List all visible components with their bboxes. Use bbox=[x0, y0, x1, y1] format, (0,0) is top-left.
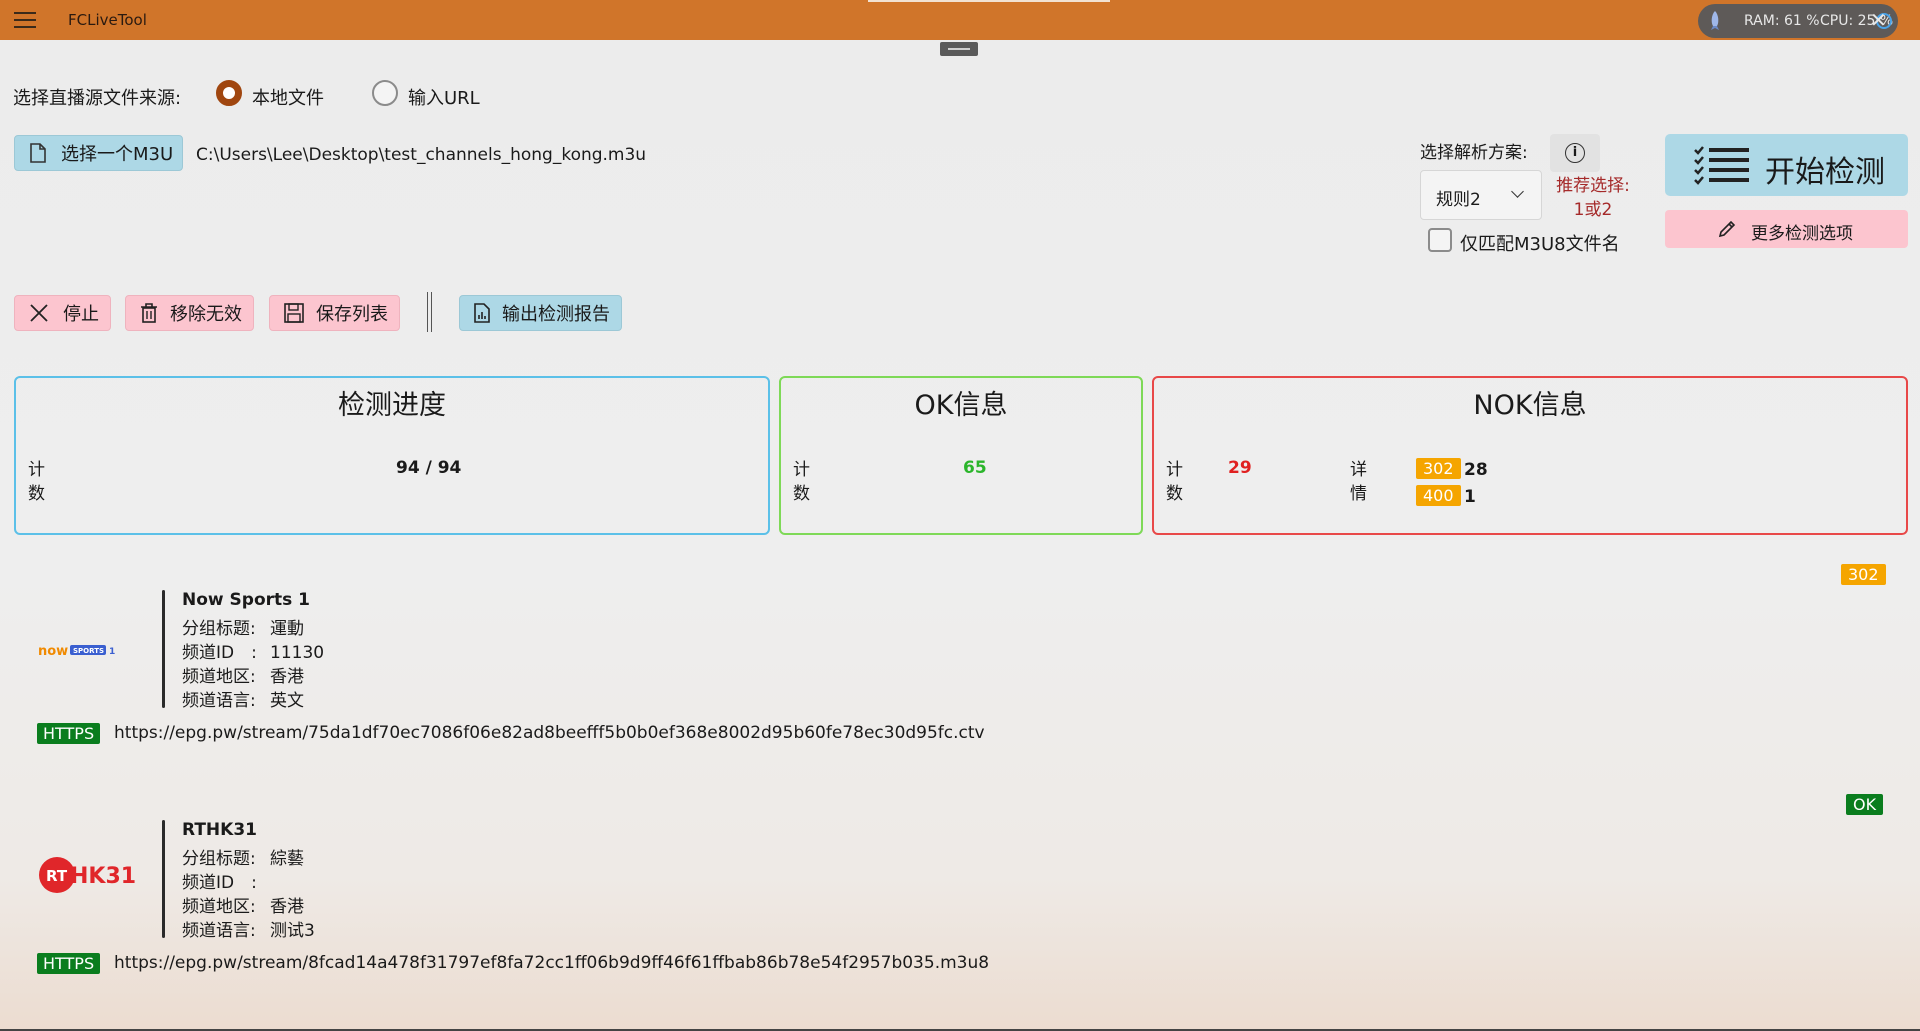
svg-text:RT: RT bbox=[46, 867, 68, 885]
rthk31-logo: RT HK31 bbox=[39, 857, 136, 893]
app-title: FCLiveTool bbox=[68, 11, 147, 29]
channel-language: 频道语言: 英文 bbox=[182, 691, 304, 711]
more-options-button[interactable]: 更多检测选项 bbox=[1665, 210, 1908, 248]
progress-count-label: 计数 bbox=[28, 460, 45, 504]
nok-code-count: 1 bbox=[1464, 487, 1476, 507]
recommend-line-1: 推荐选择: bbox=[1556, 176, 1630, 196]
status-badge: OK bbox=[1846, 794, 1884, 815]
nok-code-badge: 400 bbox=[1416, 485, 1461, 506]
close-icon bbox=[30, 304, 48, 322]
start-detection-button[interactable]: 开始检测 bbox=[1665, 134, 1908, 196]
start-detection-label: 开始检测 bbox=[1765, 155, 1885, 190]
progress-value: 94 / 94 bbox=[396, 458, 462, 478]
channel-region: 频道地区: 香港 bbox=[182, 667, 304, 687]
channel-item[interactable]: RT HK31 RTHK31 分组标题: 綜藝 频道ID : 频道地区: 香港 频道… bbox=[0, 790, 1920, 990]
recommend-line-2: 1或2 bbox=[1573, 200, 1613, 220]
scheme-select-value: 规则2 bbox=[1436, 190, 1481, 210]
choose-m3u-label: 选择一个M3U bbox=[61, 144, 174, 165]
match-m3u8-label[interactable]: 仅匹配M3U8文件名 bbox=[1460, 230, 1620, 256]
scheme-label: 选择解析方案: bbox=[1420, 143, 1528, 163]
save-icon bbox=[284, 303, 304, 323]
more-options-label: 更多检测选项 bbox=[1751, 224, 1853, 244]
progress-title: 检测进度 bbox=[338, 390, 446, 421]
channel-group: 分组标题: 運動 bbox=[182, 619, 304, 639]
radio-local-file[interactable] bbox=[216, 80, 242, 106]
rocket-icon bbox=[1711, 11, 1719, 30]
checklist-icon bbox=[1694, 146, 1749, 185]
svg-text:SPORTS: SPORTS bbox=[73, 647, 104, 655]
radio-local-file-label[interactable]: 本地文件 bbox=[252, 84, 324, 110]
export-report-button[interactable]: 输出检测报告 bbox=[459, 295, 622, 331]
stop-label: 停止 bbox=[63, 304, 99, 325]
nok-panel: NOK信息 计数 29 详情 302 28 400 1 bbox=[1152, 376, 1908, 535]
nok-count-label: 计数 bbox=[1166, 460, 1183, 504]
svg-text:1: 1 bbox=[109, 647, 115, 657]
choose-m3u-button[interactable]: 选择一个M3U bbox=[14, 135, 183, 171]
status-badge: 302 bbox=[1841, 564, 1886, 585]
save-list-button[interactable]: 保存列表 bbox=[269, 295, 400, 331]
ok-panel: OK信息 计数 65 bbox=[779, 376, 1143, 535]
title-bar: FCLiveTool RAM: 61 % CPU: 25 % ✕ bbox=[0, 0, 1920, 40]
ram-usage: RAM: 61 % bbox=[1744, 13, 1820, 29]
channel-language: 频道语言: 测试3 bbox=[182, 921, 315, 941]
save-list-label: 保存列表 bbox=[316, 304, 388, 325]
drag-handle[interactable] bbox=[940, 42, 978, 56]
radio-url[interactable] bbox=[372, 80, 398, 106]
channel-url: https://epg.pw/stream/8fcad14a478f31797e… bbox=[114, 953, 990, 973]
report-icon bbox=[474, 303, 490, 323]
remove-invalid-label: 移除无效 bbox=[170, 304, 242, 325]
channel-item[interactable]: now SPORTS 1 Now Sports 1 分组标题: 運動 频道ID :… bbox=[0, 560, 1920, 760]
scheme-select[interactable]: 规则2 bbox=[1420, 170, 1542, 220]
file-path: C:\Users\Lee\Desktop\test_channels_hong_… bbox=[196, 145, 647, 165]
progress-panel: 检测进度 计数 94 / 94 bbox=[14, 376, 770, 535]
svg-text:now: now bbox=[38, 644, 68, 659]
nok-detail-label: 详情 bbox=[1350, 460, 1367, 504]
channel-divider bbox=[162, 820, 165, 938]
chevron-down-icon bbox=[1511, 185, 1524, 198]
recommend-text: 推荐选择: 1或2 bbox=[1548, 174, 1638, 222]
source-label: 选择直播源文件来源: bbox=[13, 88, 182, 109]
channel-id: 频道ID :11130 bbox=[182, 643, 325, 663]
protocol-badge: HTTPS bbox=[37, 723, 101, 744]
pencil-icon bbox=[1718, 220, 1736, 238]
radio-url-label[interactable]: 输入URL bbox=[408, 84, 480, 110]
remove-invalid-button[interactable]: 移除无效 bbox=[125, 295, 254, 331]
nok-title: NOK信息 bbox=[1473, 390, 1587, 421]
now-sports-logo: now SPORTS 1 bbox=[38, 644, 115, 659]
close-icon[interactable]: ✕ bbox=[1870, 8, 1887, 32]
protocol-badge: HTTPS bbox=[37, 953, 101, 974]
svg-text:HK31: HK31 bbox=[70, 864, 136, 889]
nok-code-count: 28 bbox=[1464, 460, 1488, 480]
export-report-label: 输出检测报告 bbox=[502, 304, 610, 325]
channel-divider bbox=[162, 590, 165, 708]
channel-region: 频道地区: 香港 bbox=[182, 897, 304, 917]
system-monitor-widget[interactable]: RAM: 61 % CPU: 25 % ✕ bbox=[1698, 4, 1898, 38]
toolbar-separator bbox=[427, 292, 432, 332]
stop-button[interactable]: 停止 bbox=[14, 295, 111, 331]
match-m3u8-checkbox[interactable] bbox=[1428, 228, 1452, 252]
channel-name: Now Sports 1 bbox=[182, 590, 310, 610]
file-icon bbox=[30, 143, 46, 163]
hamburger-menu-icon[interactable] bbox=[14, 12, 36, 28]
title-notch bbox=[868, 0, 1110, 2]
channel-name: RTHK31 bbox=[182, 820, 257, 840]
ok-title: OK信息 bbox=[914, 390, 1008, 421]
channel-url: https://epg.pw/stream/75da1df70ec7086f06… bbox=[114, 723, 985, 743]
info-button[interactable]: i bbox=[1550, 134, 1600, 172]
channel-id: 频道ID : bbox=[182, 873, 257, 893]
ok-count-label: 计数 bbox=[793, 460, 810, 504]
trash-icon bbox=[141, 303, 157, 323]
nok-code-badge: 302 bbox=[1416, 458, 1461, 479]
ok-value: 65 bbox=[963, 458, 987, 478]
info-icon: i bbox=[1565, 143, 1585, 163]
channel-group: 分组标题: 綜藝 bbox=[182, 849, 304, 869]
nok-value: 29 bbox=[1228, 458, 1252, 478]
